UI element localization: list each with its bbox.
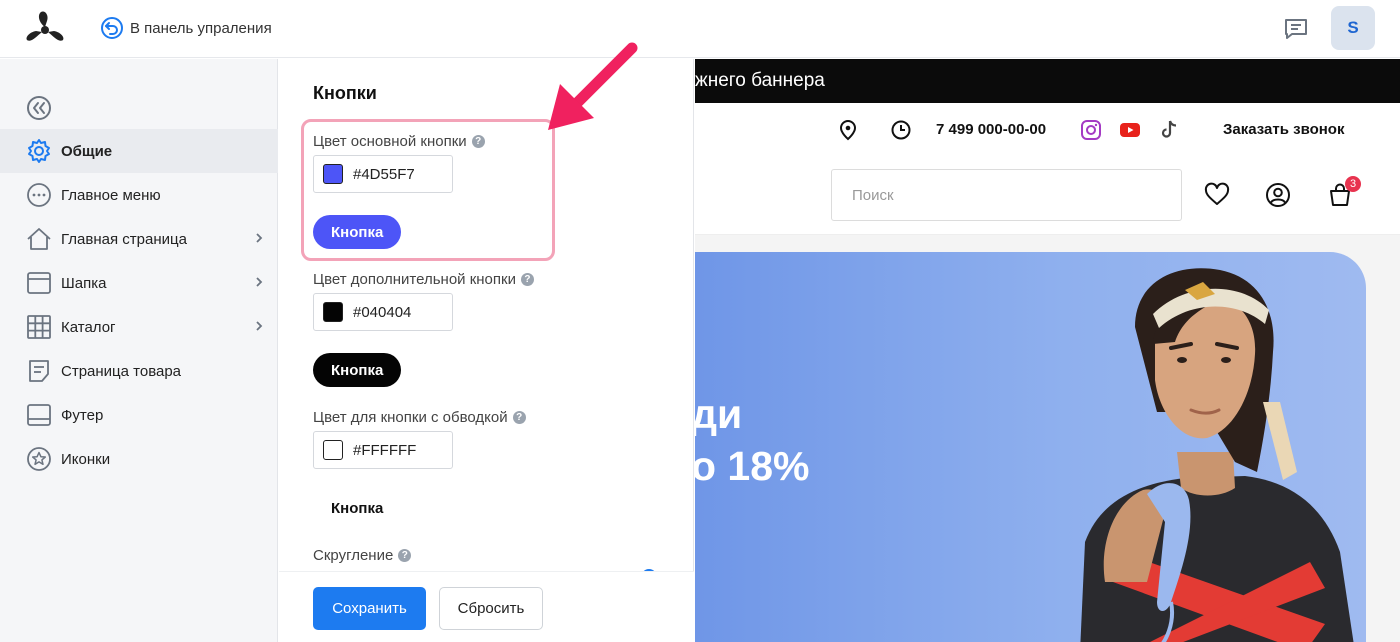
contact-row: 7 499 000-00-00 Заказать звонок	[695, 103, 1400, 155]
user-avatar[interactable]: S	[1331, 6, 1375, 50]
grid-icon	[27, 315, 51, 339]
star-circle-icon	[27, 447, 51, 471]
search-row: Поиск 3	[695, 155, 1400, 235]
back-link-label: В панель упраления	[130, 19, 272, 37]
sidebar-item-general[interactable]: Общие	[0, 129, 278, 173]
outline-color-swatch[interactable]	[323, 440, 343, 460]
app-logo-icon[interactable]	[25, 9, 65, 49]
secondary-color-label-text: Цвет дополнительной кнопки	[313, 271, 516, 288]
back-to-dashboard-link[interactable]: В панель упраления	[100, 16, 272, 40]
sidebar-item-footer[interactable]: Футер	[0, 393, 278, 437]
annotation-highlight-box	[301, 119, 555, 261]
rounding-label-text: Скругление	[313, 547, 394, 564]
secondary-color-swatch[interactable]	[323, 302, 343, 322]
sidebar-item-product-page[interactable]: Страница товара	[0, 349, 278, 393]
chevron-right-icon	[256, 321, 263, 331]
help-icon[interactable]: ?	[398, 549, 412, 562]
top-banner-text: жнего баннера	[695, 70, 825, 91]
user-account-icon[interactable]	[1265, 182, 1291, 208]
help-icon[interactable]: ?	[512, 411, 526, 424]
chat-icon[interactable]	[1283, 16, 1309, 42]
outline-sample-button[interactable]: Кнопка	[313, 491, 402, 525]
chevron-right-icon	[256, 277, 263, 287]
top-banner-strip: жнего баннера	[695, 59, 1400, 103]
hero-text: ди о 18%	[695, 388, 810, 492]
instagram-icon[interactable]	[1080, 119, 1102, 141]
sidebar-item-icons[interactable]: Иконки	[0, 437, 278, 481]
sidebar-item-home-page[interactable]: Главная страница	[0, 217, 278, 261]
footer-layout-icon	[27, 404, 51, 426]
sidebar-item-main-menu[interactable]: Главное меню	[0, 173, 278, 217]
search-input[interactable]: Поиск	[831, 169, 1182, 221]
sidebar-item-catalog[interactable]: Каталог	[0, 305, 278, 349]
annotation-arrow-icon	[548, 42, 638, 130]
cart-count-badge: 3	[1345, 176, 1361, 192]
sidebar-item-label: Футер	[61, 406, 104, 424]
outline-color-input[interactable]: #FFFFFF	[313, 431, 453, 469]
secondary-color-input[interactable]: #040404	[313, 293, 453, 331]
hero-line-2: о 18%	[695, 443, 810, 489]
location-pin-icon[interactable]	[837, 119, 859, 141]
settings-sidebar: Общие Главное меню Главная страница Шапк…	[0, 59, 278, 642]
site-preview: жнего баннера 7 499 000-00-00 Заказать з…	[695, 59, 1400, 642]
phone-number[interactable]: 7 499 000-00-00	[936, 121, 1046, 138]
secondary-color-value: #040404	[353, 303, 412, 321]
header-layout-icon	[27, 272, 51, 294]
chevron-right-icon	[256, 233, 263, 243]
save-button[interactable]: Сохранить	[313, 587, 426, 630]
sidebar-item-label: Страница товара	[61, 362, 182, 380]
clock-icon[interactable]	[890, 119, 912, 141]
sidebar-item-label: Главная страница	[61, 230, 187, 248]
heart-icon[interactable]	[1204, 182, 1230, 208]
outline-color-label-text: Цвет для кнопки с обводкой	[313, 409, 508, 426]
sidebar-item-label: Иконки	[61, 450, 111, 468]
hero-line-1: ди	[695, 391, 743, 437]
sidebar-item-label: Общие	[61, 142, 113, 160]
youtube-icon[interactable]	[1119, 119, 1141, 141]
secondary-color-label: Цвет дополнительной кнопки ?	[313, 271, 534, 288]
sidebar-item-label: Шапка	[61, 274, 107, 292]
outline-color-label: Цвет для кнопки с обводкой ?	[313, 409, 526, 426]
panel-footer: Сохранить Сбросить	[279, 571, 694, 642]
home-icon	[27, 228, 51, 250]
panel-title: Кнопки	[313, 83, 377, 103]
back-circle-icon	[101, 17, 123, 39]
hero-model-image	[1080, 268, 1354, 642]
sidebar-item-header[interactable]: Шапка	[0, 261, 278, 305]
top-bar: В панель упраления S	[0, 0, 1400, 58]
outline-color-value: #FFFFFF	[353, 441, 417, 459]
dots-circle-icon	[27, 183, 51, 207]
reset-button[interactable]: Сбросить	[439, 587, 543, 630]
document-icon	[29, 360, 49, 382]
gear-icon	[28, 139, 50, 163]
collapse-sidebar-icon[interactable]	[26, 95, 52, 121]
secondary-sample-button[interactable]: Кнопка	[313, 353, 402, 387]
sidebar-item-label: Главное меню	[61, 186, 161, 204]
help-icon[interactable]: ?	[520, 273, 534, 286]
rounding-label: Скругление ?	[313, 547, 412, 564]
hero-banner[interactable]: ди о 18%	[695, 252, 1366, 642]
tiktok-icon[interactable]	[1158, 119, 1180, 141]
request-call-link[interactable]: Заказать звонок	[1223, 121, 1344, 138]
sidebar-item-label: Каталог	[61, 318, 116, 336]
